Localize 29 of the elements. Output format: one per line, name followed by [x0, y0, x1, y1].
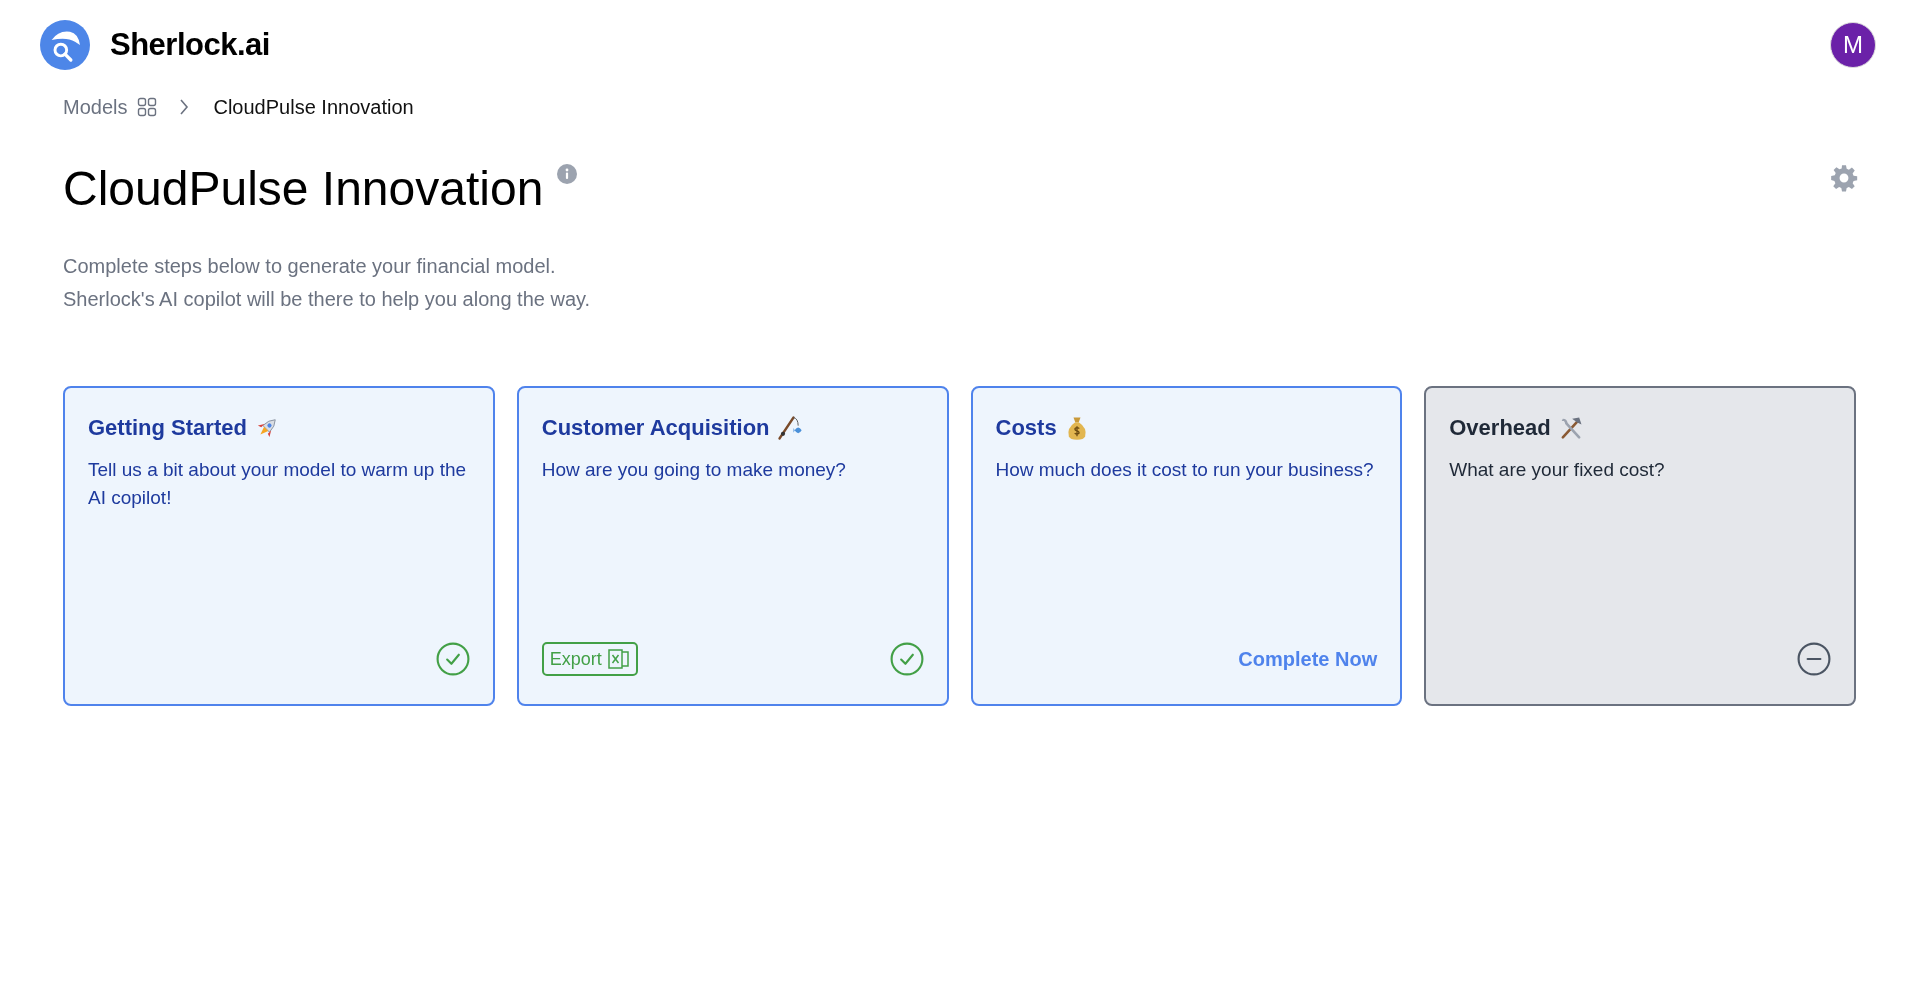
step-card[interactable]: Costs How much does it cost to run your business? Complete Now: [970, 386, 1403, 706]
minus-circle-icon: [1797, 642, 1831, 676]
logo-icon: [40, 20, 90, 70]
card-description: What are your fixed cost?: [1449, 458, 1666, 482]
fishing-rod-icon: [775, 414, 804, 442]
check-circle-icon: [889, 642, 924, 676]
step-card[interactable]: Getting Started Tell us a bit about your model to warm up the AI copilot!: [63, 386, 495, 706]
card-description: How are you going to make money?: [541, 458, 847, 482]
step-card[interactable]: Overhead What are your fixed cost?: [1424, 386, 1856, 706]
card-title: Customer Acquisition: [541, 415, 770, 441]
description-text: Complete steps below to generate your financial model.: [63, 254, 557, 279]
grid-icon: [137, 97, 158, 117]
chevron-right-icon: [179, 98, 190, 116]
card-title: Getting Started: [88, 415, 247, 441]
settings-icon[interactable]: [1830, 164, 1858, 192]
page-title: CloudPulse Innovation: [63, 161, 544, 217]
card-title: Costs: [995, 415, 1057, 441]
check-circle-icon: [435, 642, 470, 676]
user-avatar[interactable]: M: [1830, 22, 1876, 68]
step-card[interactable]: Customer Acquisition How are you going to make money? Export: [516, 386, 949, 706]
brand-name[interactable]: Sherlock.ai: [110, 27, 270, 63]
card-description: How much does it cost to run your business?: [995, 458, 1375, 482]
info-icon[interactable]: [557, 164, 578, 184]
spreadsheet-icon: [607, 648, 630, 670]
description-text: Sherlock's AI copilot will be there to help you along the way.: [63, 287, 592, 312]
breadcrumb-link[interactable]: Models: [63, 95, 128, 119]
card-title: Overhead: [1449, 415, 1551, 441]
card-description: Tell us a bit about your model to warm up the AI copilot!: [88, 458, 468, 510]
breadcrumb-current: CloudPulse Innovation: [213, 95, 414, 119]
